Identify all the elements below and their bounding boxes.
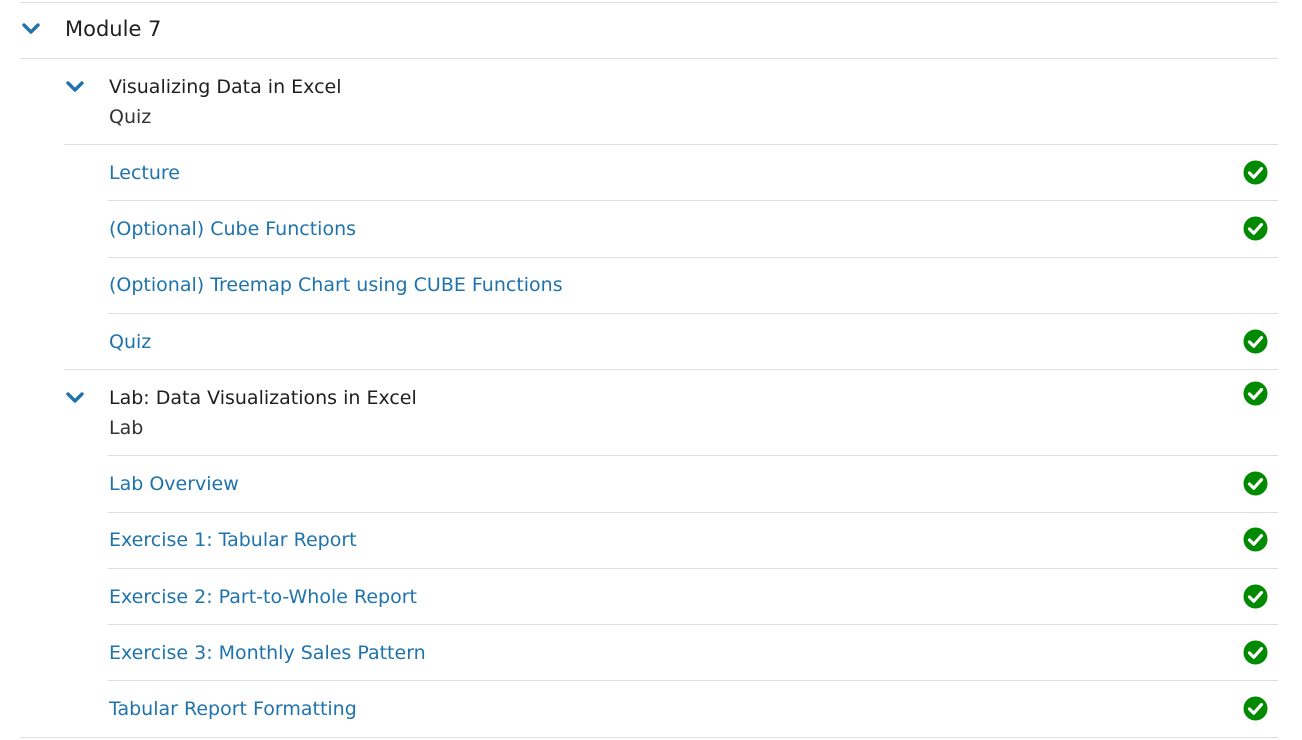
chevron-down-icon[interactable]: [65, 80, 85, 94]
outline-item-link[interactable]: Quiz: [109, 328, 151, 356]
section-title[interactable]: Lab: Data Visualizations in Excel: [109, 384, 417, 412]
divider: [20, 2, 1278, 3]
outline-item-link[interactable]: Lab Overview: [109, 470, 239, 498]
divider: [20, 737, 1278, 738]
section-type: Lab: [109, 417, 144, 439]
divider: [108, 200, 1278, 201]
course-outline: Module 7 Visualizing Data in Excel Quiz …: [0, 0, 1302, 740]
divider: [64, 369, 1278, 370]
outline-item-link[interactable]: Exercise 2: Part-to-Whole Report: [109, 583, 417, 611]
divider: [108, 512, 1278, 513]
check-circle-icon: [1243, 640, 1268, 665]
outline-item-link[interactable]: Exercise 3: Monthly Sales Pattern: [109, 639, 426, 667]
check-circle-icon: [1243, 216, 1268, 241]
chevron-down-icon[interactable]: [65, 391, 85, 405]
divider: [108, 313, 1278, 314]
check-circle-icon: [1243, 160, 1268, 185]
outline-item-link[interactable]: (Optional) Cube Functions: [109, 215, 356, 243]
divider: [64, 144, 1278, 145]
check-circle-icon: [1243, 329, 1268, 354]
check-circle-icon: [1243, 527, 1268, 552]
outline-item-link[interactable]: Tabular Report Formatting: [109, 695, 357, 723]
outline-item-link[interactable]: Exercise 1: Tabular Report: [109, 526, 357, 554]
module-title[interactable]: Module 7: [65, 14, 161, 44]
divider: [108, 257, 1278, 258]
outline-item-link[interactable]: (Optional) Treemap Chart using CUBE Func…: [109, 271, 563, 299]
check-circle-icon: [1243, 381, 1268, 406]
check-circle-icon: [1243, 696, 1268, 721]
divider: [20, 58, 1278, 59]
check-circle-icon: [1243, 471, 1268, 496]
divider: [108, 680, 1278, 681]
section-title[interactable]: Visualizing Data in Excel: [109, 73, 342, 101]
outline-item-link[interactable]: Lecture: [109, 159, 180, 187]
divider: [108, 568, 1278, 569]
divider: [108, 624, 1278, 625]
chevron-down-icon[interactable]: [21, 22, 41, 36]
section-type: Quiz: [109, 106, 152, 128]
check-circle-icon: [1243, 584, 1268, 609]
divider: [108, 455, 1278, 456]
